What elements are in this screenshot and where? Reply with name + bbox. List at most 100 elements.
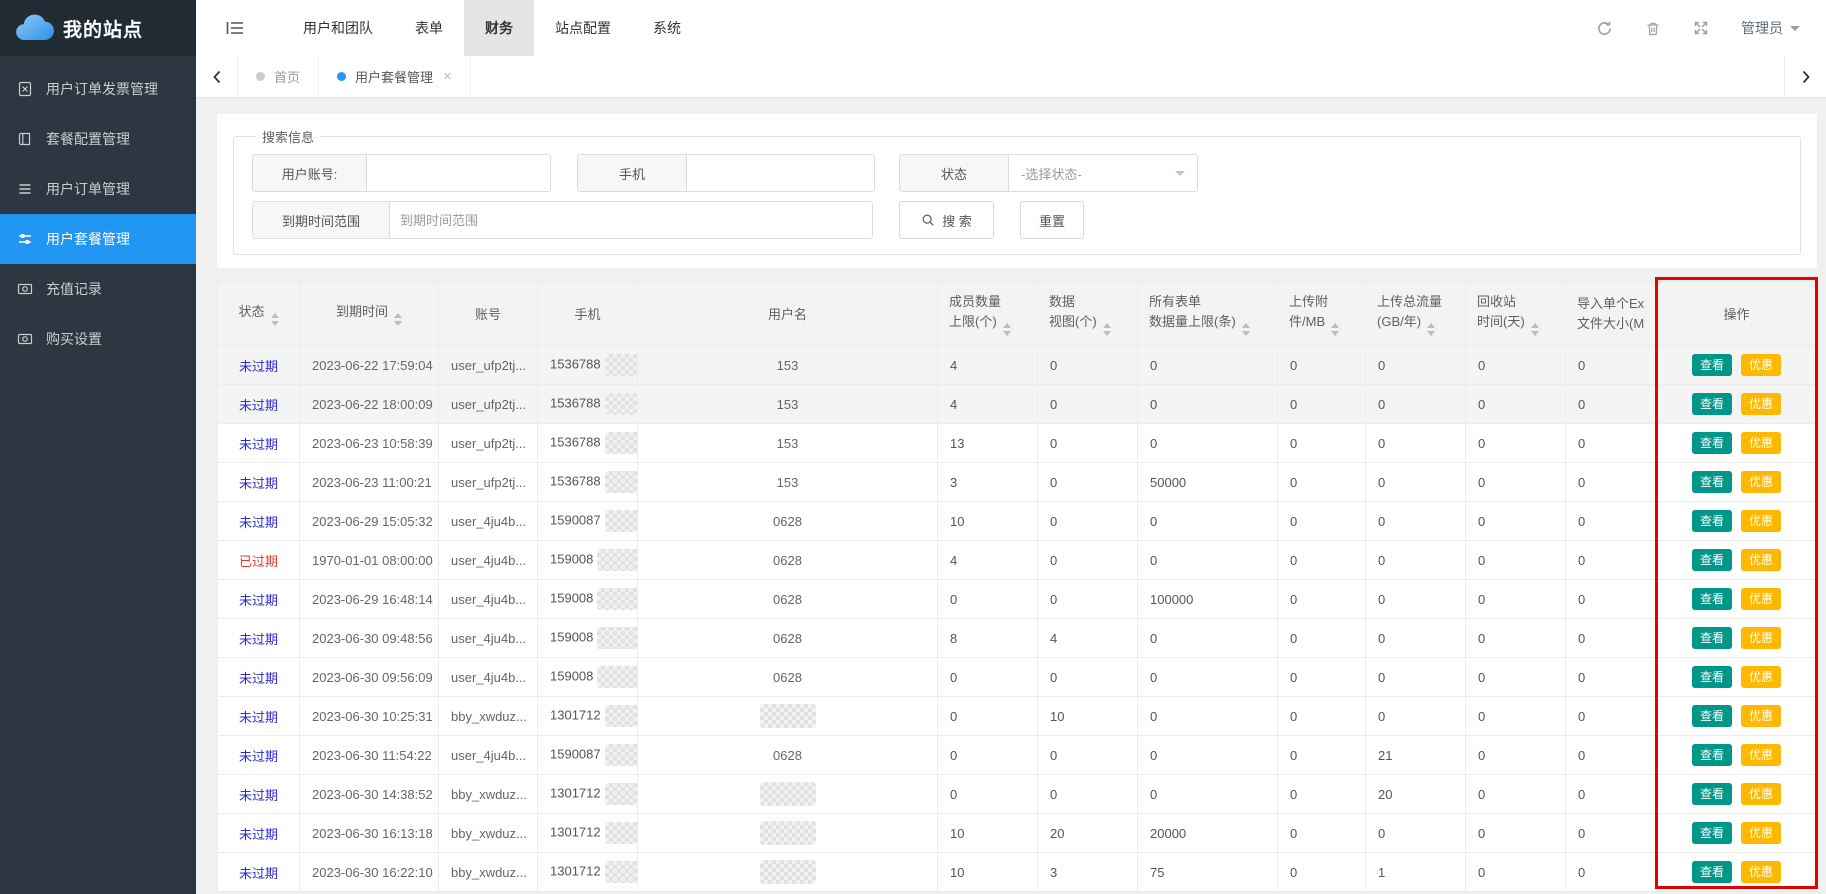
discount-button[interactable]: 优惠 [1741,822,1781,844]
tabs-scroll-left-icon[interactable] [196,56,238,97]
daterange-input[interactable] [390,202,872,238]
phone-text: 1536788 [550,395,601,410]
cell-phone: 1590087 [538,502,638,541]
discount-button[interactable]: 优惠 [1741,393,1781,415]
sort-icon[interactable] [1003,323,1011,336]
view-button[interactable]: 查看 [1692,354,1732,376]
view-button[interactable]: 查看 [1692,666,1732,688]
view-button[interactable]: 查看 [1692,627,1732,649]
sort-icon[interactable] [1242,323,1250,336]
discount-button[interactable]: 优惠 [1741,744,1781,766]
status-field-label: 状态 [900,155,1009,191]
sidebar-item-2[interactable]: 套餐配置管理 [0,114,196,164]
table-row: 未过期2023-06-30 16:22:10bby_xwduz...130171… [218,853,1818,892]
col-header-expire[interactable]: 到期时间 [300,282,439,346]
cell-attach: 0 [1278,853,1366,892]
account-input[interactable] [367,155,550,191]
status-text: 未过期 [239,710,278,725]
col-header-datalimit[interactable]: 所有表单数据量上限(条) [1138,282,1278,346]
sidebar-item-4[interactable]: 用户套餐管理 [0,214,196,264]
view-button[interactable]: 查看 [1692,549,1732,571]
phone-text: 1536788 [550,434,601,449]
col-header-attach[interactable]: 上传附件/MB [1278,282,1366,346]
cell-attach: 0 [1278,658,1366,697]
sort-icon[interactable] [1103,323,1111,336]
view-button[interactable]: 查看 [1692,783,1732,805]
col-header-status[interactable]: 状态 [218,282,300,346]
sort-icon[interactable] [1531,323,1539,336]
discount-button[interactable]: 优惠 [1741,510,1781,532]
user-menu[interactable]: 管理员 [1741,18,1800,38]
view-button[interactable]: 查看 [1692,588,1732,610]
nav-tab-3[interactable]: 财务 [464,0,534,56]
cell-account: user_4ju4b... [439,580,538,619]
discount-button[interactable]: 优惠 [1741,705,1781,727]
phone-input[interactable] [687,155,874,191]
sort-icon[interactable] [394,313,402,326]
sort-icon[interactable] [1331,323,1339,336]
menu-fold-icon[interactable] [226,20,244,36]
discount-button[interactable]: 优惠 [1741,666,1781,688]
page-tab-1[interactable]: 首页 [238,56,319,97]
view-button[interactable]: 查看 [1692,705,1732,727]
sort-icon[interactable] [1427,323,1435,336]
discount-button[interactable]: 优惠 [1741,783,1781,805]
view-button[interactable]: 查看 [1692,822,1732,844]
col-header-views[interactable]: 数据视图(个) [1038,282,1138,346]
view-button[interactable]: 查看 [1692,471,1732,493]
col-header-recycle[interactable]: 回收站时间(天) [1466,282,1566,346]
search-button[interactable]: 搜 索 [899,201,994,239]
view-button[interactable]: 查看 [1692,393,1732,415]
discount-button[interactable]: 优惠 [1741,627,1781,649]
expand-icon[interactable] [1693,20,1709,36]
cell-username: 0628 [638,502,938,541]
view-button[interactable]: 查看 [1692,432,1732,454]
tabs-scroll-right-icon[interactable] [1784,56,1826,97]
cell-expire: 2023-06-23 10:58:39 [300,424,439,463]
nav-tab-2[interactable]: 表单 [394,0,464,56]
status-select[interactable]: -选择状态- [1009,155,1197,191]
sidebar-item-5[interactable]: 充值记录 [0,264,196,314]
nav-tab-1[interactable]: 用户和团队 [282,0,394,56]
cell-expire: 2023-06-22 17:59:04 [300,346,439,385]
status-text: 未过期 [239,866,278,881]
cell-expire: 2023-06-30 11:54:22 [300,736,439,775]
sidebar-item-6[interactable]: 购买设置 [0,314,196,364]
cell-actions: 查看优惠 [1656,619,1818,658]
col-header-traffic[interactable]: 上传总流量(GB/年) [1366,282,1466,346]
sidebar-item-1[interactable]: 用户订单发票管理 [0,64,196,114]
cell-actions: 查看优惠 [1656,853,1818,892]
censored-blur [605,705,638,727]
cell-members: 13 [938,424,1038,463]
col-header-username: 用户名 [638,282,938,346]
main-area: 用户和团队表单财务站点配置系统 [196,0,1826,894]
cell-views: 0 [1038,658,1138,697]
status-text: 未过期 [239,398,278,413]
trash-icon[interactable] [1645,20,1661,37]
nav-tab-4[interactable]: 站点配置 [534,0,632,56]
table-row: 未过期2023-06-30 10:25:31bby_xwduz...130171… [218,697,1818,736]
page-tab-2[interactable]: 用户套餐管理× [319,56,471,97]
discount-button[interactable]: 优惠 [1741,432,1781,454]
nav-tab-5[interactable]: 系统 [632,0,702,56]
discount-button[interactable]: 优惠 [1741,861,1781,883]
view-button[interactable]: 查看 [1692,744,1732,766]
discount-button[interactable]: 优惠 [1741,549,1781,571]
col-header-members[interactable]: 成员数量上限(个) [938,282,1038,346]
sidebar-item-3[interactable]: 用户订单管理 [0,164,196,214]
sidebar-item-label: 充值记录 [46,279,102,299]
refresh-icon[interactable] [1596,20,1613,37]
cell-traffic: 20 [1366,775,1466,814]
discount-button[interactable]: 优惠 [1741,471,1781,493]
phone-text: 159008 [550,629,593,644]
reset-button[interactable]: 重置 [1020,201,1084,239]
logo[interactable]: 我的站点 [0,0,196,56]
status-text: 未过期 [239,632,278,647]
tab-dot-icon [337,72,346,81]
tab-close-icon[interactable]: × [443,69,452,84]
view-button[interactable]: 查看 [1692,861,1732,883]
discount-button[interactable]: 优惠 [1741,354,1781,376]
discount-button[interactable]: 优惠 [1741,588,1781,610]
sort-icon[interactable] [271,313,279,326]
view-button[interactable]: 查看 [1692,510,1732,532]
